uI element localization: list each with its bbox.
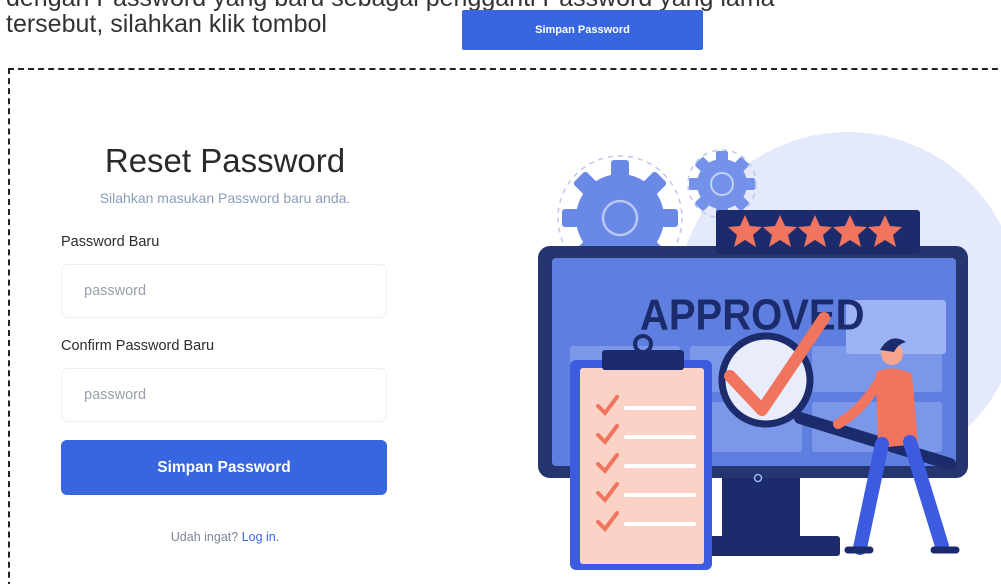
login-prompt-line: Udah ingat? Log in.	[61, 530, 389, 544]
login-link[interactable]: Log in.	[242, 530, 280, 544]
confirm-password-field[interactable]	[61, 368, 387, 422]
page-title: Reset Password	[104, 142, 346, 179]
new-password-field[interactable]	[61, 264, 387, 318]
page-subtitle: Silahkan masukan Password baru anda.	[99, 190, 351, 206]
login-prompt-text: Udah ingat?	[170, 530, 239, 544]
sample-simpan-password-button: Simpan Password	[462, 10, 703, 50]
new-password-label: Password Baru	[61, 234, 160, 250]
confirm-password-label: Confirm Password Baru	[61, 338, 215, 354]
approved-banner: APPROVED	[640, 290, 864, 339]
instruction-text: tersebut, silahkan klik tombol	[6, 10, 327, 38]
approved-illustration: APPROVED	[538, 132, 1001, 570]
save-password-button[interactable]: Simpan Password	[61, 440, 387, 495]
reset-password-form: Reset Password Silahkan masukan Password…	[61, 130, 389, 544]
